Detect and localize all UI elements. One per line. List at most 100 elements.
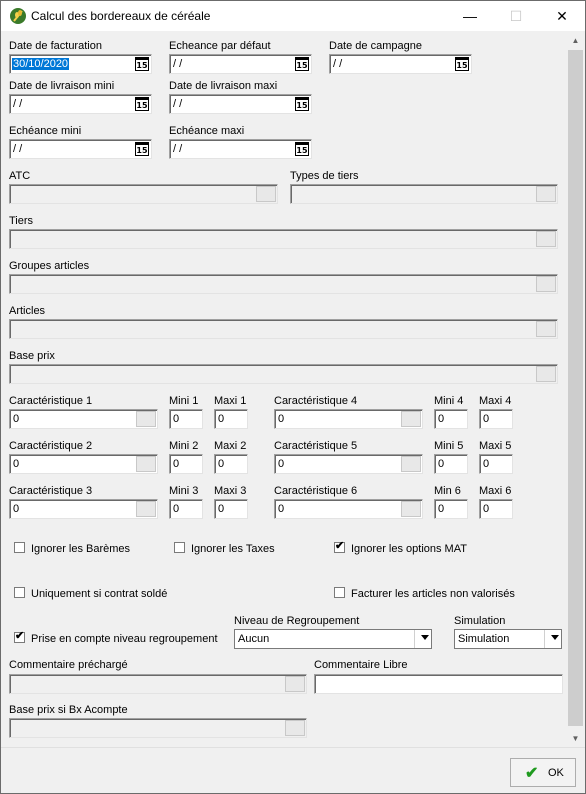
articles-field[interactable] — [9, 319, 558, 339]
caract-4-value: 0 — [278, 413, 285, 425]
minimize-button[interactable]: — — [447, 1, 493, 31]
vertical-scrollbar[interactable]: ▲ ▼ — [567, 32, 584, 747]
contrat-solde-checkbox[interactable] — [14, 587, 25, 598]
ignorer-mat-label: Ignorer les options MAT — [351, 543, 467, 555]
livraison-mini-field[interactable]: / / 15 — [9, 94, 152, 114]
mini-1-label: Mini 1 — [169, 395, 199, 407]
caract-2-field[interactable]: 0 — [9, 454, 158, 474]
tiers-field[interactable] — [9, 229, 558, 249]
date-facturation-field[interactable]: 30/10/2020 15 — [9, 54, 152, 74]
tiers-lookup-button[interactable] — [536, 231, 556, 247]
calendar-icon[interactable]: 15 — [135, 97, 149, 111]
caract-5-lookup-button[interactable] — [401, 456, 421, 472]
chevron-down-icon — [551, 635, 559, 640]
maxi-1-value: 0 — [218, 413, 225, 425]
ignorer-baremes-checkbox[interactable] — [14, 542, 25, 553]
mini-3-field[interactable]: 0 — [169, 499, 203, 519]
groupes-articles-field[interactable] — [9, 274, 558, 294]
facturer-non-valorises-label: Facturer les articles non valorisés — [351, 588, 515, 600]
calendar-icon[interactable]: 15 — [295, 97, 309, 111]
echeance-maxi-field[interactable]: / / 15 — [169, 139, 312, 159]
commentaire-libre-field[interactable] — [314, 674, 563, 694]
ignorer-mat-checkbox[interactable]: ✔ — [334, 540, 345, 553]
calendar-icon[interactable]: 15 — [135, 142, 149, 156]
caract-4-field[interactable]: 0 — [274, 409, 423, 429]
mini-5-field[interactable]: 0 — [434, 454, 468, 474]
scroll-up-button[interactable]: ▲ — [567, 32, 584, 49]
types-tiers-lookup-button[interactable] — [536, 186, 556, 202]
prise-en-compte-checkbox[interactable]: ✔ — [14, 630, 25, 643]
base-prix-lookup-button[interactable] — [536, 366, 556, 382]
echeance-maxi-label: Echéance maxi — [169, 125, 245, 137]
maxi-2-label: Maxi 2 — [214, 440, 247, 452]
caract-1-value: 0 — [13, 413, 20, 425]
simulation-select[interactable]: Simulation — [454, 629, 562, 649]
calendar-icon[interactable]: 15 — [295, 57, 309, 71]
ignorer-taxes-checkbox[interactable] — [174, 542, 185, 553]
scrollbar-thumb[interactable] — [568, 50, 583, 726]
check-mark-icon: ✔ — [335, 540, 345, 552]
caract-4-label: Caractéristique 4 — [274, 395, 358, 407]
base-prix-acompte-lookup-button[interactable] — [285, 720, 305, 736]
commentaire-precharge-field[interactable] — [9, 674, 307, 694]
mini-1-field[interactable]: 0 — [169, 409, 203, 429]
atc-lookup-button[interactable] — [256, 186, 276, 202]
maxi-1-label: Maxi 1 — [214, 395, 247, 407]
caract-3-field[interactable]: 0 — [9, 499, 158, 519]
echeance-mini-field[interactable]: / / 15 — [9, 139, 152, 159]
facturer-non-valorises-checkbox[interactable] — [334, 587, 345, 598]
checkmark-icon: ✔ — [525, 765, 539, 782]
mini-6-field[interactable]: 0 — [434, 499, 468, 519]
tiers-label: Tiers — [9, 215, 34, 227]
calendar-icon[interactable]: 15 — [135, 57, 149, 71]
mini-5-label: Mini 5 — [434, 440, 464, 452]
livraison-maxi-field[interactable]: / / 15 — [169, 94, 312, 114]
livraison-mini-label: Date de livraison mini — [9, 80, 115, 92]
maxi-4-field[interactable]: 0 — [479, 409, 513, 429]
caract-5-field[interactable]: 0 — [274, 454, 423, 474]
mini-4-field[interactable]: 0 — [434, 409, 468, 429]
maxi-5-field[interactable]: 0 — [479, 454, 513, 474]
date-campagne-field[interactable]: / / 15 — [329, 54, 472, 74]
contrat-solde-label: Uniquement si contrat soldé — [31, 588, 168, 600]
ok-button[interactable]: ✔ OK — [510, 758, 576, 787]
dropdown-button[interactable] — [544, 630, 561, 648]
mini-2-field[interactable]: 0 — [169, 454, 203, 474]
caract-6-label: Caractéristique 6 — [274, 485, 358, 497]
dropdown-button[interactable] — [414, 630, 431, 648]
echeance-defaut-field[interactable]: / / 15 — [169, 54, 312, 74]
base-prix-label: Base prix — [9, 350, 55, 362]
maxi-3-label: Maxi 3 — [214, 485, 247, 497]
maxi-1-field[interactable]: 0 — [214, 409, 248, 429]
prise-en-compte-label: Prise en compte niveau regroupement — [31, 633, 218, 645]
groupes-articles-lookup-button[interactable] — [536, 276, 556, 292]
caract-6-field[interactable]: 0 — [274, 499, 423, 519]
types-tiers-field[interactable] — [290, 184, 558, 204]
caract-2-lookup-button[interactable] — [136, 456, 156, 472]
close-button[interactable]: ✕ — [539, 1, 585, 31]
mini-3-label: Mini 3 — [169, 485, 199, 497]
caract-4-lookup-button[interactable] — [401, 411, 421, 427]
articles-lookup-button[interactable] — [536, 321, 556, 337]
echeance-mini-value: / / — [13, 143, 23, 155]
caract-6-lookup-button[interactable] — [401, 501, 421, 517]
caract-3-lookup-button[interactable] — [136, 501, 156, 517]
maxi-6-field[interactable]: 0 — [479, 499, 513, 519]
base-prix-acompte-field[interactable] — [9, 718, 307, 738]
scroll-down-button[interactable]: ▼ — [567, 730, 584, 747]
niveau-regroupement-label: Niveau de Regroupement — [234, 615, 360, 627]
calendar-icon[interactable]: 15 — [295, 142, 309, 156]
commentaire-precharge-lookup-button[interactable] — [285, 676, 305, 692]
mini-4-value: 0 — [438, 413, 445, 425]
date-campagne-label: Date de campagne — [329, 40, 422, 52]
atc-field[interactable] — [9, 184, 278, 204]
maxi-3-field[interactable]: 0 — [214, 499, 248, 519]
niveau-regroupement-select[interactable]: Aucun — [234, 629, 432, 649]
simulation-value: Simulation — [458, 633, 510, 645]
base-prix-field[interactable] — [9, 364, 558, 384]
caract-1-lookup-button[interactable] — [136, 411, 156, 427]
mini-3-value: 0 — [173, 503, 180, 515]
maxi-2-field[interactable]: 0 — [214, 454, 248, 474]
caract-1-field[interactable]: 0 — [9, 409, 158, 429]
calendar-icon[interactable]: 15 — [455, 57, 469, 71]
